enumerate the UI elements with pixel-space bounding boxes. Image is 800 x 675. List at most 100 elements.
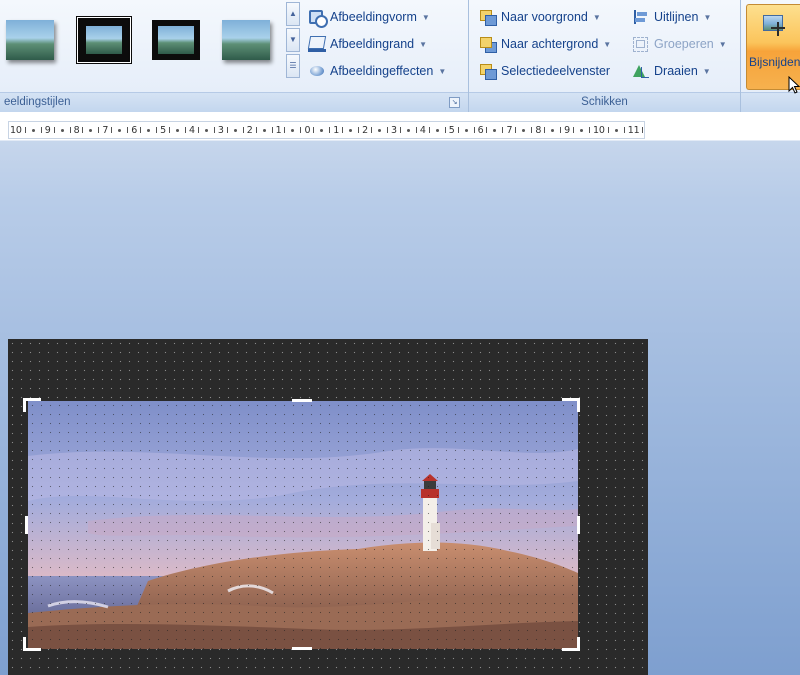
ruler-mark: 7 [506, 125, 535, 136]
group-label: Groeperen [654, 37, 714, 51]
rotate-button[interactable]: Draaien ▼ [632, 60, 711, 82]
rotate-icon [632, 63, 650, 79]
ruler-mark: 2 [362, 125, 391, 136]
ruler-label: 8 [535, 124, 542, 136]
picture-styles-group-label: eeldingstijlen ↘ [0, 92, 468, 112]
chevron-down-icon: ▼ [702, 66, 711, 76]
picture-effects-button[interactable]: Afbeeldingeffecten ▼ [308, 60, 446, 82]
send-to-back-icon [479, 36, 497, 53]
ruler-mark: 4 [420, 125, 449, 136]
ruler-label: 9 [44, 124, 51, 136]
ruler-label: 6 [477, 124, 484, 136]
picture-border-label: Afbeeldingrand [330, 37, 415, 51]
bring-to-front-icon [479, 9, 497, 26]
group-button[interactable]: Groeperen ▼ [632, 33, 727, 55]
chevron-down-icon: ▼ [592, 12, 601, 22]
ruler-mark: 11 [627, 124, 644, 136]
arrange-group: Naar voorgrond ▼ Naar achtergrond ▼ Sele… [469, 0, 741, 112]
lighthouse-picture[interactable] [28, 401, 578, 649]
ruler-mark: 6 [478, 125, 507, 136]
ruler-label: 0 [304, 124, 311, 136]
chevron-down-icon: ▼ [703, 12, 712, 22]
ruler-label: 10 [593, 124, 605, 136]
picture-shape-label: Afbeeldingvorm [330, 10, 417, 24]
ruler-mark: 9 [564, 125, 593, 136]
crop-handle-right[interactable] [577, 516, 580, 534]
gallery-scroll-down-button[interactable]: ▼ [286, 28, 300, 52]
ruler-mark: 1 [276, 125, 305, 136]
bring-to-front-button[interactable]: Naar voorgrond ▼ [479, 6, 601, 28]
ruler-label: 5 [160, 124, 166, 136]
ruler-label: 3 [391, 124, 397, 136]
crop-handle-left[interactable] [25, 516, 28, 534]
ruler-label: 6 [131, 124, 138, 136]
ruler-mark: 9 [45, 125, 74, 136]
picture-style-thick-frame[interactable] [78, 18, 130, 62]
ruler-label: 2 [246, 124, 253, 136]
picture-style-shadow[interactable] [222, 20, 270, 60]
send-to-back-button[interactable]: Naar achtergrond ▼ [479, 33, 611, 55]
ruler-label: 9 [564, 124, 571, 136]
arrange-group-body: Naar voorgrond ▼ Naar achtergrond ▼ Sele… [469, 0, 740, 92]
ruler-mark: 8 [535, 125, 564, 136]
picture-shape-button[interactable]: Afbeeldingvorm ▼ [308, 6, 430, 28]
ruler-mark: 5 [160, 125, 189, 136]
dialog-launcher-icon[interactable]: ↘ [449, 97, 460, 108]
picture-style-simple[interactable] [6, 20, 54, 60]
ruler-mark: 4 [189, 125, 218, 136]
ruler-mark: 10 [10, 125, 45, 136]
ruler-label: 4 [189, 124, 195, 136]
ruler-mark: 6 [131, 125, 160, 136]
group-objects-icon [632, 36, 650, 52]
align-button[interactable]: Uitlijnen ▼ [632, 6, 711, 28]
selection-pane-button[interactable]: Selectiedeelvenster [479, 60, 610, 82]
chevron-down-icon: ▼ [419, 39, 428, 49]
picture-style-black-frame[interactable] [152, 20, 200, 60]
ruler-mark: 3 [391, 125, 420, 136]
ruler-mark: 8 [74, 125, 103, 136]
picture-border-button[interactable]: Afbeeldingrand ▼ [308, 33, 427, 55]
crop-handle-bottom[interactable] [292, 647, 312, 650]
align-label: Uitlijnen [654, 10, 699, 24]
crop-handle-bottom-right[interactable] [562, 637, 580, 651]
horizontal-ruler[interactable]: 109876543210123456789101112 [8, 121, 645, 139]
picture-styles-group-body: ▲ ▼ ☰ Afbeeldingvorm ▼ Afbeeldingrand ▼ … [0, 0, 468, 92]
ruler-mark: 2 [247, 125, 276, 136]
ruler-mark: 1 [333, 125, 362, 136]
gallery-scroll-up-button[interactable]: ▲ [286, 2, 300, 26]
ruler-label: 10 [10, 124, 22, 136]
bring-to-front-label: Naar voorgrond [501, 10, 588, 24]
ruler-mark: 5 [449, 125, 478, 136]
selection-pane-icon [479, 63, 497, 80]
picture-styles-gallery [0, 0, 284, 90]
picture-effects-icon [308, 63, 326, 79]
picture-effects-label: Afbeeldingeffecten [330, 64, 434, 78]
rotate-label: Draaien [654, 64, 698, 78]
ruler-label: 1 [333, 124, 340, 136]
selection-pane-label: Selectiedeelvenster [501, 64, 611, 78]
ruler-label: 2 [362, 124, 369, 136]
chevron-down-icon: ▼ [421, 12, 430, 22]
ruler-label: 11 [627, 124, 640, 136]
send-to-back-label: Naar achtergrond [501, 37, 599, 51]
mouse-cursor-icon [788, 76, 800, 94]
chevron-down-icon: ▼ [603, 39, 612, 49]
ruler-label: 3 [217, 124, 224, 136]
crop-handle-top-right[interactable] [562, 398, 580, 412]
ruler-mark: 7 [102, 125, 131, 136]
crop-handle-bottom-left[interactable] [23, 637, 41, 651]
picture-shape-icon [308, 9, 328, 28]
picture-styles-group-title: eeldingstijlen [4, 96, 71, 108]
ruler-label: 8 [73, 124, 80, 136]
picture-border-icon [308, 36, 326, 52]
crop-handle-top-left[interactable] [23, 398, 41, 412]
ruler-label: 7 [506, 124, 513, 136]
crop-handle-top[interactable] [292, 399, 312, 402]
ruler-label: 7 [102, 124, 109, 136]
gallery-more-button[interactable]: ☰ [286, 54, 300, 78]
gallery-scrollbar: ▲ ▼ ☰ [286, 2, 300, 80]
ruler-mark: 10 [593, 125, 628, 136]
arrange-group-label: Schikken [469, 92, 740, 112]
chevron-down-icon: ▼ [438, 66, 447, 76]
ruler-label: 1 [275, 124, 282, 136]
